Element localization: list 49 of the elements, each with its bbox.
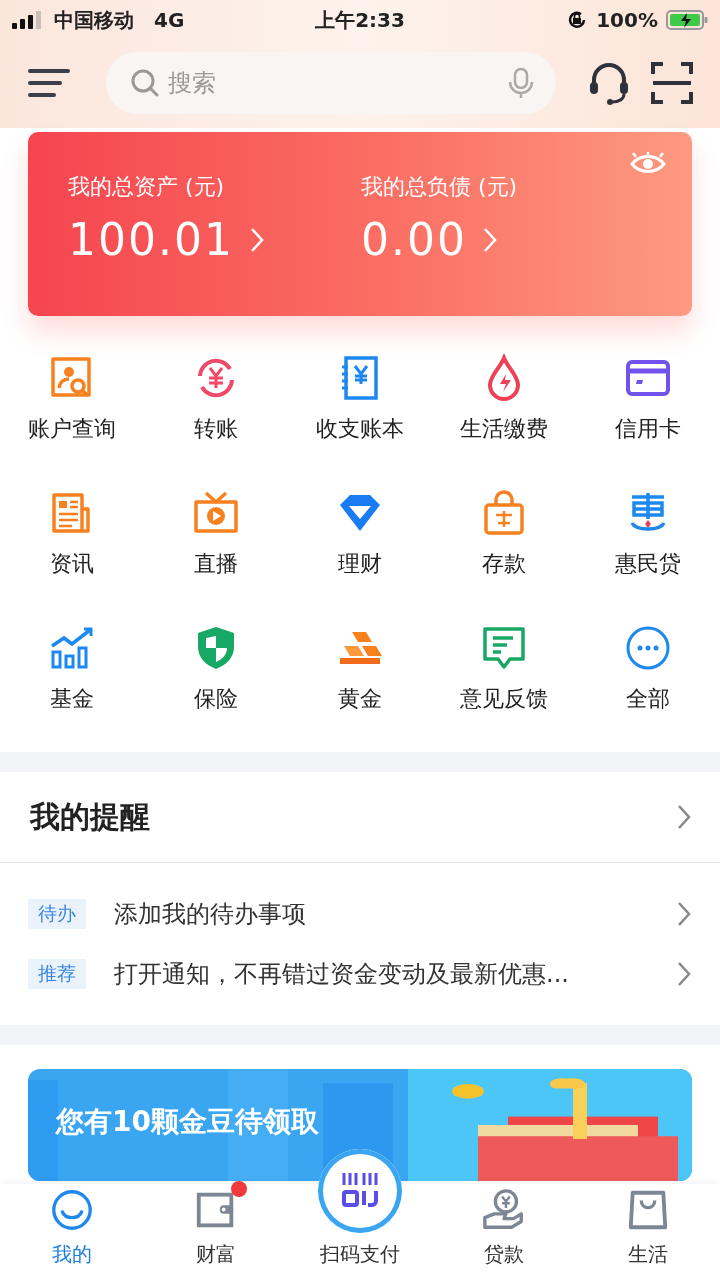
service-shortcut[interactable]: 账户查询	[0, 354, 144, 444]
battery-percent: 100%	[596, 8, 658, 32]
asset-amount: 0.00	[361, 214, 467, 265]
reminder-tag: 待办	[28, 899, 86, 929]
chevron-right-icon[interactable]	[482, 226, 497, 253]
service-shortcut[interactable]: 资讯	[0, 489, 144, 579]
chevron-right-icon	[676, 901, 692, 927]
carrier-name: 中国移动	[54, 6, 134, 34]
section-title: 我的提醒	[30, 797, 150, 836]
asset-label: 我的总负债 (元)	[361, 173, 519, 201]
reminder-item[interactable]: 推荐 打开通知，不再错过资金变动及最新优惠...	[28, 951, 692, 997]
service-shortcut[interactable]: 生活缴费	[432, 354, 576, 444]
reminder-item[interactable]: 待办 添加我的待办事项	[28, 891, 692, 937]
smile-icon	[49, 1187, 95, 1233]
service-shortcut[interactable]: 收支账本	[288, 354, 432, 444]
search-field[interactable]: 搜索	[106, 52, 556, 114]
asset-label: 我的总资产 (元)	[68, 173, 226, 201]
reminder-tag: 推荐	[28, 959, 86, 989]
tab-item[interactable]: 贷款	[432, 1184, 576, 1280]
tab-item[interactable]: 我的	[0, 1184, 144, 1280]
service-shortcut[interactable]: 直播	[144, 489, 288, 579]
service-shortcut[interactable]: 转账	[144, 354, 288, 444]
asset-amount: 100.01	[68, 214, 234, 265]
tab-item[interactable]: 生活	[576, 1184, 720, 1280]
reminder-text: 添加我的待办事项	[114, 899, 307, 930]
chevron-right-icon[interactable]	[676, 804, 692, 830]
reminder-text: 打开通知，不再错过资金变动及最新优惠...	[114, 959, 570, 990]
microphone-icon[interactable]	[508, 67, 534, 99]
service-shortcut[interactable]: 存款	[432, 489, 576, 579]
service-shortcut[interactable]: 保险	[144, 624, 288, 714]
service-shortcut[interactable]: 基金	[0, 624, 144, 714]
more-icon	[624, 624, 672, 672]
service-shortcut[interactable]: 意见反馈	[432, 624, 576, 714]
menu-icon[interactable]	[28, 68, 70, 98]
chevron-right-icon	[676, 961, 692, 987]
service-shortcut[interactable]: 惠民贷	[576, 489, 720, 579]
battery-charging-icon	[666, 9, 708, 31]
service-shortcut[interactable]: 黄金	[288, 624, 432, 714]
service-shortcut[interactable]: 信用卡	[576, 354, 720, 444]
banner-title: 您有10颗金豆待领取	[56, 1104, 319, 1140]
service-shortcut[interactable]: 理财	[288, 489, 432, 579]
scan-icon[interactable]	[650, 61, 694, 105]
tab-item[interactable]: 财富	[144, 1184, 288, 1280]
network-type: 4G	[154, 8, 185, 32]
chevron-right-icon[interactable]	[249, 226, 264, 253]
search-icon	[130, 68, 160, 98]
service-shortcut[interactable]: 全部	[576, 624, 720, 714]
speech-bubble-icon	[480, 624, 528, 672]
clock-time: 上午2:33	[315, 6, 405, 34]
